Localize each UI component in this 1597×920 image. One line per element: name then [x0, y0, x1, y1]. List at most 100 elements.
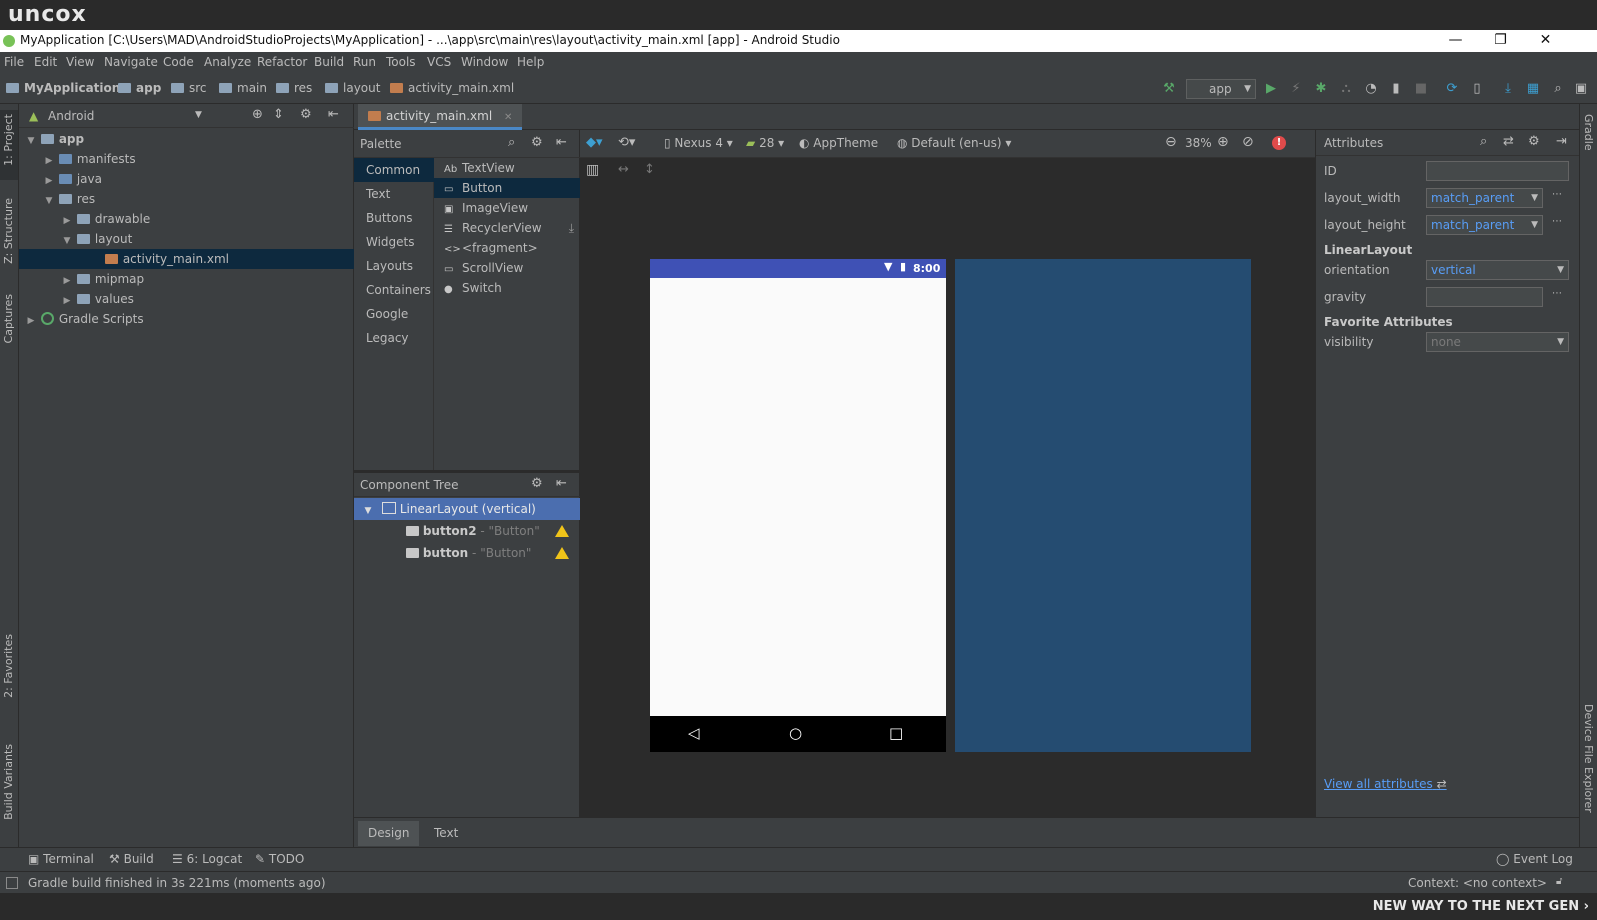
- breadcrumb-main[interactable]: main: [219, 81, 267, 95]
- menu-code[interactable]: Code: [163, 55, 194, 69]
- menu-view[interactable]: View: [66, 55, 94, 69]
- zoom-fit-icon[interactable]: ⊘: [1242, 134, 1254, 150]
- tool-tab-terminal[interactable]: ▣ Terminal: [28, 852, 94, 866]
- palette-item-textview[interactable]: Ab TextView: [434, 158, 580, 178]
- menu-refactor[interactable]: Refactor: [257, 55, 307, 69]
- breadcrumb-project[interactable]: MyApplication: [6, 81, 120, 95]
- palette-item-recyclerview[interactable]: ☰ RecyclerView ⤓: [434, 218, 580, 238]
- tool-tab-todo[interactable]: ✎ TODO: [255, 852, 304, 866]
- hide-panel-icon[interactable]: ⇤: [556, 476, 567, 491]
- palette-item-fragment[interactable]: <><fragment>: [434, 238, 580, 258]
- tree-item-drawable[interactable]: ▶ drawable: [19, 209, 354, 229]
- palette-category-google[interactable]: Google: [354, 302, 434, 326]
- tree-item-app[interactable]: ▼ app: [19, 129, 354, 149]
- warning-icon[interactable]: [555, 525, 569, 537]
- hide-panel-icon[interactable]: ⇥: [1556, 134, 1567, 149]
- palette-category-layouts[interactable]: Layouts: [354, 254, 434, 278]
- profile-icon[interactable]: ◔: [1362, 80, 1380, 98]
- tree-item-res[interactable]: ▼ res: [19, 189, 354, 209]
- device-select[interactable]: ▯ Nexus 4 ▾: [664, 136, 733, 150]
- menu-edit[interactable]: Edit: [34, 55, 57, 69]
- palette-item-switch[interactable]: ● Switch: [434, 278, 580, 298]
- palette-category-common[interactable]: Common: [354, 158, 434, 182]
- palette-category-text[interactable]: Text: [354, 182, 434, 206]
- download-icon[interactable]: ⤓: [569, 218, 574, 238]
- split-view-icon[interactable]: ▥: [586, 162, 599, 178]
- menu-analyze[interactable]: Analyze: [204, 55, 251, 69]
- avd-manager-icon[interactable]: ▯: [1468, 80, 1486, 98]
- visibility-select[interactable]: none ▼: [1426, 332, 1569, 352]
- horizontal-resize-icon[interactable]: ↔: [618, 162, 629, 177]
- scroll-from-source-icon[interactable]: ⊕: [252, 107, 263, 122]
- menu-vcs[interactable]: VCS: [427, 55, 451, 69]
- attach-debugger-icon[interactable]: ⛬: [1337, 80, 1355, 98]
- api-level-select[interactable]: ▰ 28 ▾: [746, 136, 784, 150]
- palette-item-imageview[interactable]: ▣ ImageView: [434, 198, 580, 218]
- warning-icon[interactable]: [555, 547, 569, 559]
- error-icon[interactable]: !: [1272, 136, 1286, 150]
- tool-tab-build[interactable]: ⚒ Build: [109, 852, 154, 866]
- lock-icon[interactable]: 🔓︎: [1556, 876, 1562, 887]
- tab-design[interactable]: Design: [358, 821, 420, 846]
- more-icon[interactable]: ⋯: [1552, 288, 1562, 299]
- locale-select[interactable]: ◍ Default (en-us) ▾: [897, 136, 1011, 150]
- debug-icon[interactable]: ✱: [1312, 80, 1330, 98]
- sync-gradle-icon[interactable]: ⟳: [1443, 80, 1461, 98]
- component-linearlayout[interactable]: ▼ LinearLayout (vertical): [354, 498, 580, 520]
- breadcrumb-file[interactable]: activity_main.xml: [390, 81, 514, 95]
- project-view-select[interactable]: Android: [48, 109, 94, 123]
- tool-tab-project[interactable]: 1: Project: [2, 114, 15, 166]
- palette-category-containers[interactable]: Containers: [354, 278, 434, 302]
- editor-tab-activity-main[interactable]: activity_main.xml ✕: [358, 104, 523, 130]
- menu-file[interactable]: File: [4, 55, 24, 69]
- breadcrumb-src[interactable]: src: [171, 81, 207, 95]
- menu-window[interactable]: Window: [461, 55, 508, 69]
- tool-tab-captures[interactable]: Captures: [2, 294, 15, 343]
- gear-icon[interactable]: ⚙: [531, 135, 543, 150]
- more-icon[interactable]: ⋯: [1552, 216, 1562, 227]
- stop-icon[interactable]: ■: [1412, 80, 1430, 98]
- collapse-all-icon[interactable]: ⇕: [273, 107, 284, 122]
- hide-panel-icon[interactable]: ⇤: [556, 135, 567, 150]
- run-icon[interactable]: ▶: [1262, 80, 1280, 98]
- tree-item-layout[interactable]: ▼ layout: [19, 229, 354, 249]
- tool-tab-build-variants[interactable]: Build Variants: [2, 744, 15, 820]
- view-all-attributes-link[interactable]: View all attributes ⇄: [1324, 777, 1447, 791]
- tree-item-values[interactable]: ▶ values: [19, 289, 354, 309]
- tool-tab-favorites[interactable]: 2: Favorites: [2, 634, 15, 698]
- menu-run[interactable]: Run: [353, 55, 376, 69]
- menu-help[interactable]: Help: [517, 55, 544, 69]
- layout-height-select[interactable]: match_parent ▼: [1426, 215, 1543, 235]
- gear-icon[interactable]: ⚙: [1528, 134, 1540, 149]
- apply-changes-icon[interactable]: ⚡: [1287, 80, 1305, 98]
- palette-item-button[interactable]: ▭ Button: [434, 178, 580, 198]
- gravity-input[interactable]: [1426, 287, 1543, 307]
- theme-select[interactable]: ◐ AppTheme: [799, 136, 878, 150]
- menu-tools[interactable]: Tools: [386, 55, 416, 69]
- tab-text[interactable]: Text: [424, 821, 468, 846]
- orientation-icon[interactable]: ⟲▾: [618, 135, 635, 150]
- search-icon[interactable]: ⌕: [508, 135, 515, 150]
- tree-item-gradle-scripts[interactable]: ▶ Gradle Scripts: [19, 309, 354, 329]
- breadcrumb-layout[interactable]: layout: [325, 81, 380, 95]
- more-icon[interactable]: ⋯: [1552, 189, 1562, 200]
- coverage-icon[interactable]: ▮: [1387, 80, 1405, 98]
- restore-button[interactable]: ❐: [1478, 30, 1523, 52]
- palette-category-widgets[interactable]: Widgets: [354, 230, 434, 254]
- hide-panel-icon[interactable]: ⇤: [328, 107, 339, 122]
- tree-item-java[interactable]: ▶ java: [19, 169, 354, 189]
- swap-view-icon[interactable]: ⇄: [1503, 134, 1514, 149]
- component-button[interactable]: button - "Button": [354, 542, 580, 564]
- component-button2[interactable]: button2 - "Button": [354, 520, 580, 542]
- tree-item-activity-main[interactable]: activity_main.xml: [19, 249, 354, 269]
- make-project-icon[interactable]: ⚒: [1160, 80, 1178, 98]
- run-config-select[interactable]: app ▼: [1186, 79, 1256, 99]
- close-tab-icon[interactable]: ✕: [504, 112, 512, 123]
- account-icon[interactable]: ▣: [1572, 80, 1590, 98]
- sdk-manager-icon[interactable]: ⤓: [1499, 80, 1517, 98]
- minimize-button[interactable]: —: [1433, 30, 1478, 52]
- menu-navigate[interactable]: Navigate: [104, 55, 158, 69]
- breadcrumb-res[interactable]: res: [276, 81, 312, 95]
- palette-category-legacy[interactable]: Legacy: [354, 326, 434, 350]
- blueprint-preview[interactable]: [955, 259, 1251, 752]
